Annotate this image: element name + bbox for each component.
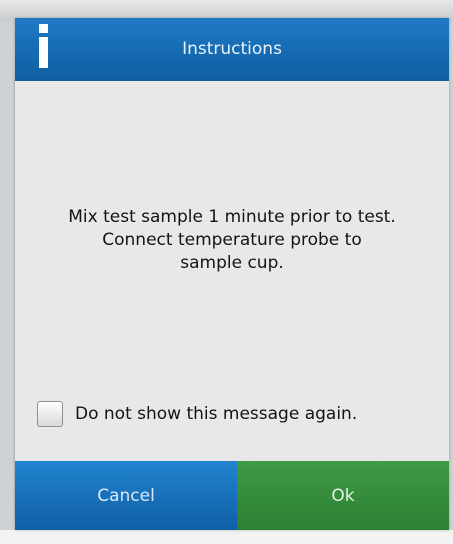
background-footer bbox=[0, 530, 453, 544]
ok-button[interactable]: Ok bbox=[237, 461, 449, 530]
message-line: sample cup. bbox=[180, 253, 284, 273]
background-panel bbox=[0, 80, 15, 520]
dont-show-again-option[interactable]: Do not show this message again. bbox=[37, 399, 357, 429]
cancel-button[interactable]: Cancel bbox=[15, 461, 237, 530]
instructions-dialog: Instructions Mix test sample 1 minute pr… bbox=[15, 18, 449, 530]
dialog-header: Instructions bbox=[15, 18, 449, 81]
dont-show-again-checkbox[interactable] bbox=[37, 401, 63, 427]
dont-show-again-label[interactable]: Do not show this message again. bbox=[75, 404, 357, 424]
dialog-body: Mix test sample 1 minute prior to test. … bbox=[15, 81, 449, 461]
instruction-message: Mix test sample 1 minute prior to test. … bbox=[25, 206, 439, 275]
message-line: Connect temperature probe to bbox=[102, 230, 362, 250]
message-line: Mix test sample 1 minute prior to test. bbox=[68, 207, 396, 227]
dialog-title: Instructions bbox=[182, 39, 282, 59]
dialog-button-row: Cancel Ok bbox=[15, 461, 449, 530]
